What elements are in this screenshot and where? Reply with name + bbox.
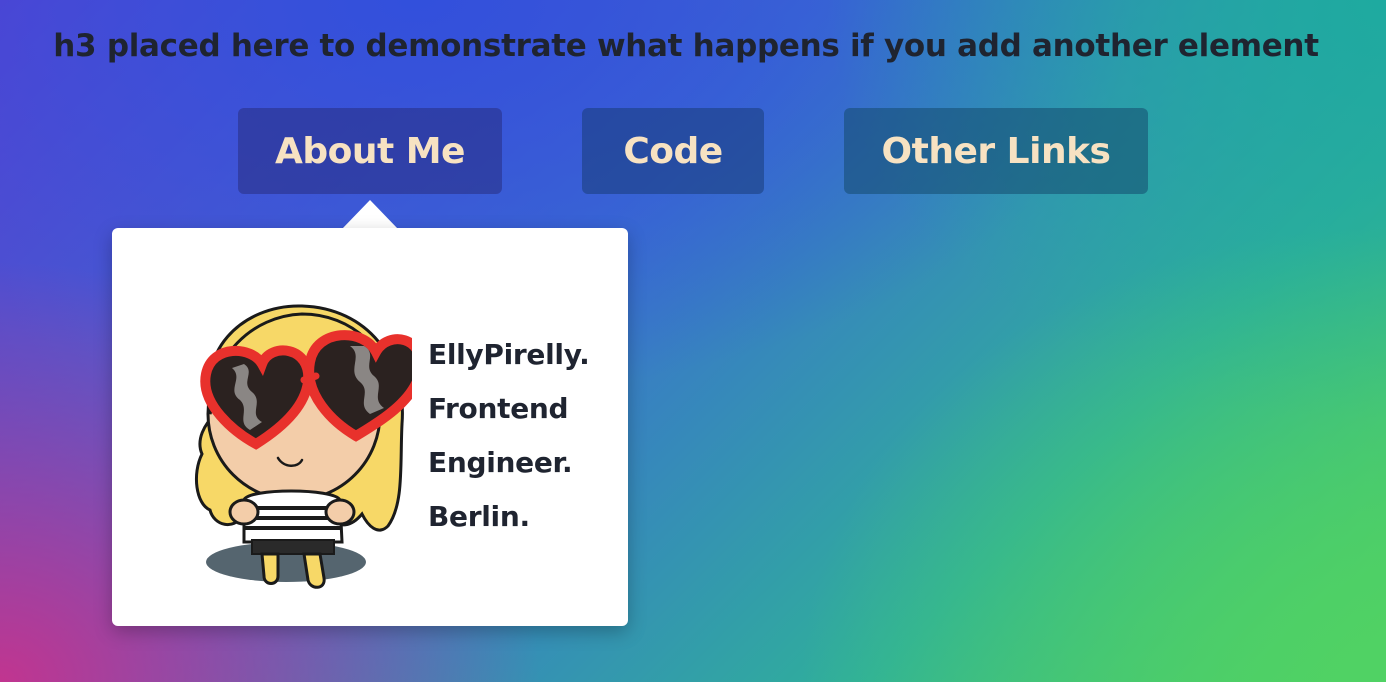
bio-location: Berlin. — [428, 500, 530, 533]
code-button[interactable]: Code — [582, 108, 764, 194]
popover-arrow — [342, 200, 398, 229]
avatar-illustration-icon — [195, 304, 412, 589]
bio-text: EllyPirelly. Frontend Engineer. Berlin. — [428, 328, 590, 544]
bio-name: EllyPirelly. — [428, 338, 590, 371]
bio-role-line1: Frontend — [428, 392, 569, 425]
about-me-button[interactable]: About Me — [238, 108, 502, 194]
other-links-button[interactable]: Other Links — [844, 108, 1148, 194]
page-heading: h3 placed here to demonstrate what happe… — [53, 28, 1319, 64]
bio-role-line2: Engineer. — [428, 446, 573, 479]
about-me-popover: EllyPirelly. Frontend Engineer. Berlin. — [112, 228, 628, 626]
